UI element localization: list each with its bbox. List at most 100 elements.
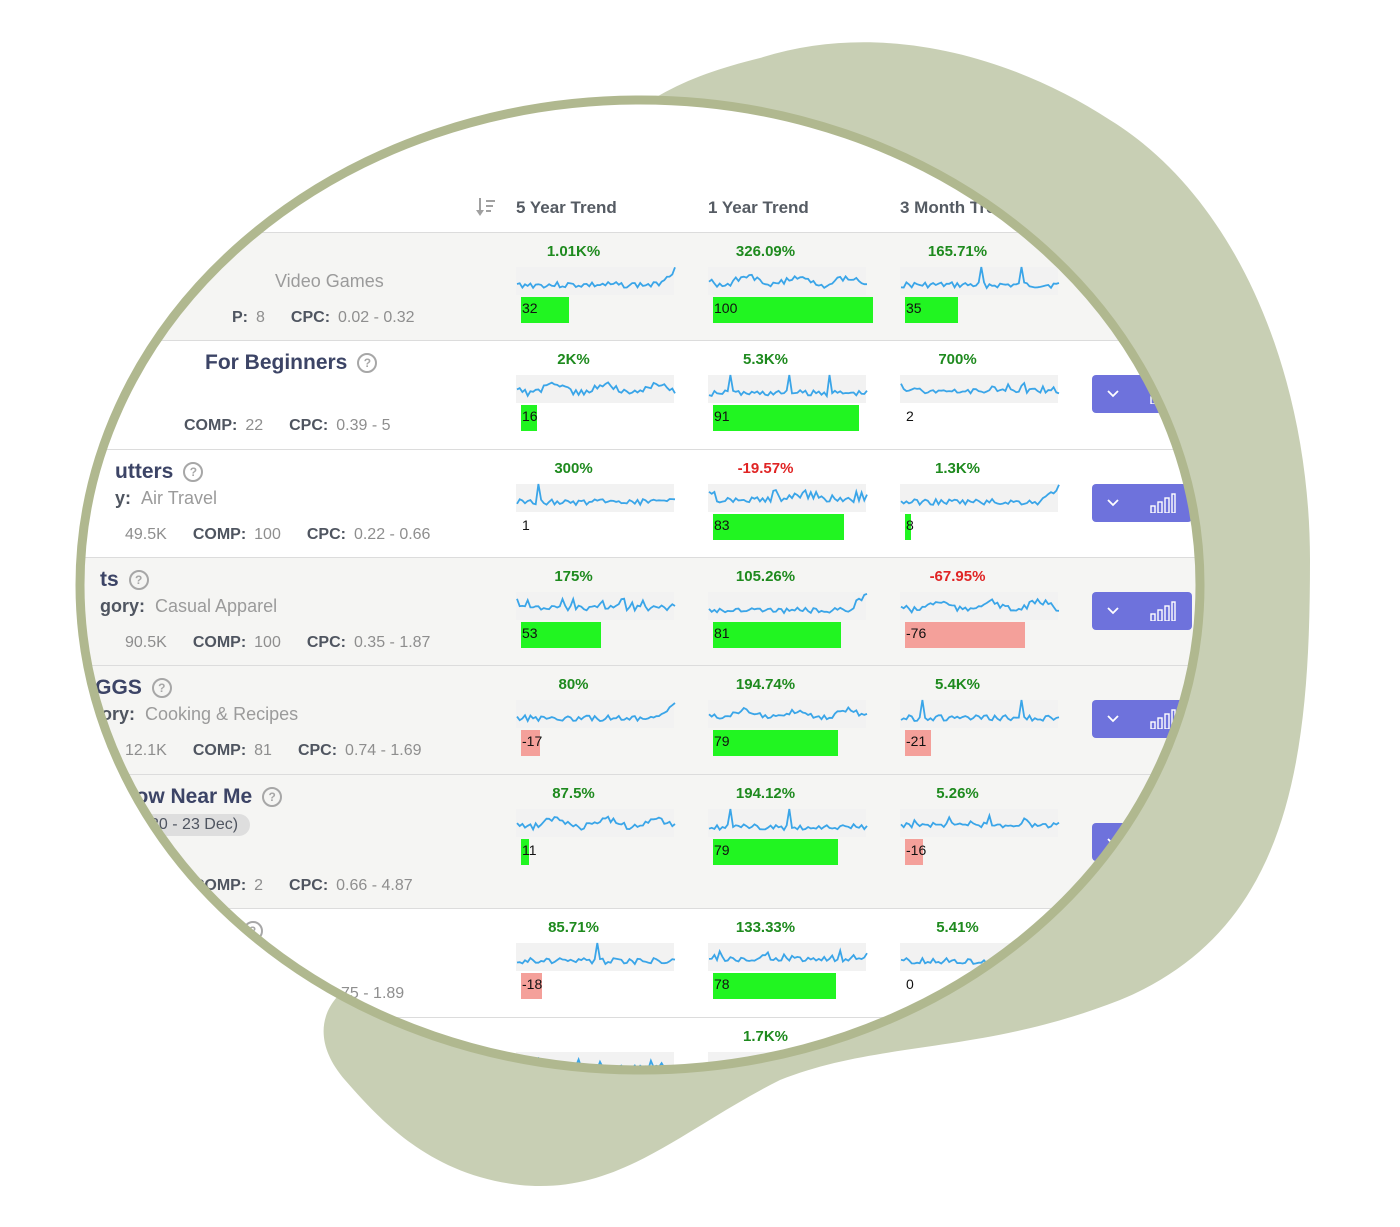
column-header-5-year-trend[interactable]: 5 Year Trend xyxy=(516,198,617,218)
trend-bar-value: 79 xyxy=(714,733,730,749)
trend-bar xyxy=(713,622,841,648)
trend-1-year: 326.09% 100 xyxy=(708,243,868,323)
trend-sparkline xyxy=(900,586,1060,620)
trend-percentage: 85.71% xyxy=(548,919,599,936)
expand-link[interactable]: EXPAND xyxy=(928,149,990,166)
keyword-title[interactable]: utters? xyxy=(115,460,203,484)
trend-sparkline xyxy=(708,261,868,295)
keyword-row[interactable]: en Now Near Me? onal (20 - 23 Dec) ory: 18.… xyxy=(0,774,1215,909)
trend-percentage: 1.01K% xyxy=(546,243,601,260)
keyword-row[interactable]: Video Games P: 8 CPC: 0.02 - 0.32 1.01K% 32 326… xyxy=(0,232,1215,341)
row-actions-button[interactable] xyxy=(1092,823,1192,861)
keyword-row[interactable]: UGGS? egory: Cooking & Recipes 12.1K COMP: 81… xyxy=(0,665,1215,775)
keyword-category: egory: Cooking & Recipes xyxy=(80,704,298,725)
row-actions-button[interactable] xyxy=(1092,700,1192,738)
help-circle-icon[interactable]: ? xyxy=(152,678,172,698)
trend-percentage: 300% xyxy=(554,460,593,477)
column-header-3-month-trend[interactable]: 3 Month Trend xyxy=(900,198,1016,218)
bar-chart-icon[interactable] xyxy=(1150,952,1176,972)
keyword-stats: 49.5K COMP: 100 CPC: 0.22 - 0.66 xyxy=(125,526,430,544)
comp-label: COMP: xyxy=(192,742,247,759)
keyword-title[interactable]: ts? xyxy=(100,568,149,592)
search-volume: 12.1K xyxy=(125,742,167,759)
trend-5-year: 300% 1 xyxy=(516,460,676,540)
trend-percentage: 1.7K% xyxy=(742,1028,789,1045)
trend-5-year: 1.01K% 32 xyxy=(516,243,676,323)
bar-chart-icon[interactable] xyxy=(1150,601,1176,621)
trend-sparkline xyxy=(708,478,868,512)
keyword-title[interactable]: UGGS? xyxy=(80,676,172,700)
keyword-title[interactable]: For Beginners? xyxy=(205,351,377,375)
bar-chart-icon[interactable] xyxy=(1150,384,1176,404)
trend-sparkline xyxy=(900,1046,1060,1080)
chevron-down-icon[interactable] xyxy=(1106,954,1120,968)
keyword-title[interactable]: en Now Near Me? xyxy=(90,785,282,809)
trend-sparkline xyxy=(708,937,868,971)
row-actions-button[interactable] xyxy=(1092,375,1192,413)
keyword-category: Video Games xyxy=(265,271,384,292)
keyword-title[interactable]: Holidays? xyxy=(145,919,263,943)
keyword-title[interactable]: door Furniture? xyxy=(225,1028,400,1052)
trend-5-year xyxy=(516,1028,676,1108)
row-actions-button[interactable] xyxy=(1092,943,1192,981)
chevron-down-icon[interactable] xyxy=(1106,711,1120,725)
trend-1-year: 133.33% 78 xyxy=(708,919,868,999)
row-actions-button[interactable] xyxy=(1092,484,1192,522)
comp-label: COMP: xyxy=(192,634,247,651)
trend-bar-value: 11 xyxy=(522,842,537,858)
help-circle-icon[interactable]: ? xyxy=(129,570,149,590)
trend-percentage: 326.09% xyxy=(735,243,796,260)
trend-bar-value: 83 xyxy=(714,517,730,533)
keyword-row[interactable]: For Beginners? COMP: 22 CPC: 0.39 - 5 2K% 16 5.… xyxy=(0,340,1215,450)
trend-bar-value: 1 xyxy=(522,517,530,533)
trend-sparkline xyxy=(516,586,676,620)
chevron-down-icon[interactable] xyxy=(1106,834,1120,848)
trend-sparkline xyxy=(900,369,1060,403)
keyword-title-text: ts xyxy=(100,568,119,591)
chevron-down-icon[interactable] xyxy=(1106,495,1120,509)
trend-5-year: 87.5% 11 xyxy=(516,785,676,865)
category-label: egory: xyxy=(80,704,136,724)
trend-percentage: -67.95% xyxy=(929,568,986,585)
trend-sparkline xyxy=(708,369,868,403)
keyword-title-text: en Now Near Me xyxy=(90,785,253,808)
trend-5-year: 85.71% -18 xyxy=(516,919,676,999)
trend-percentage: 194.74% xyxy=(735,676,796,693)
trend-percentage: 87.5% xyxy=(552,785,595,802)
trend-3-month: 700% 2 xyxy=(900,351,1060,431)
trend-3-month: -100% xyxy=(900,1028,1060,1108)
chevron-down-icon[interactable] xyxy=(1106,603,1120,617)
trend-bar xyxy=(713,514,844,540)
help-circle-icon[interactable]: ? xyxy=(380,1030,400,1050)
keyword-row[interactable]: utters? y: Air Travel 49.5K COMP: 100 CPC: 0.22… xyxy=(0,449,1215,558)
help-circle-icon[interactable]: ? xyxy=(243,921,263,941)
row-actions-button[interactable] xyxy=(1092,267,1192,305)
trend-1-year: 194.74% 79 xyxy=(708,676,868,756)
bar-chart-icon[interactable] xyxy=(1150,709,1176,729)
comp-value: 2 xyxy=(254,877,264,894)
keyword-row[interactable]: Holidays? avel OMP: 85 CPC: 0.75 - 1.89 85.71%… xyxy=(0,908,1215,1018)
cpc-label: CPC: xyxy=(280,985,320,1002)
trend-percentage: 5.41% xyxy=(936,919,979,936)
help-circle-icon[interactable]: ? xyxy=(262,787,282,807)
trend-bar-value: -76 xyxy=(906,625,927,641)
keyword-category: gory: Casual Apparel xyxy=(100,596,277,617)
comp-label: COMP: xyxy=(192,877,247,894)
bar-chart-icon[interactable] xyxy=(1150,832,1176,852)
keyword-row[interactable]: ts? gory: Casual Apparel 90.5K COMP: 100 CPC: 0… xyxy=(0,557,1215,666)
bar-chart-icon[interactable] xyxy=(1150,276,1176,296)
bar-chart-icon[interactable] xyxy=(1150,493,1176,513)
trend-3-month: 1.3K% 8 xyxy=(900,460,1060,540)
chevron-down-icon[interactable] xyxy=(1106,278,1120,292)
help-circle-icon[interactable]: ? xyxy=(357,353,377,373)
trend-sparkline xyxy=(900,803,1060,837)
trend-3-month: 5.26% -16 xyxy=(900,785,1060,865)
trend-1-year: 194.12% 79 xyxy=(708,785,868,865)
keyword-row[interactable]: door Furniture? 1.7K% -100% xyxy=(0,1017,1215,1128)
sort-descending-icon[interactable] xyxy=(476,197,496,217)
help-circle-icon[interactable]: ? xyxy=(183,462,203,482)
trend-bar xyxy=(713,839,838,865)
column-header-1-year-trend[interactable]: 1 Year Trend xyxy=(708,198,809,218)
row-actions-button[interactable] xyxy=(1092,592,1192,630)
chevron-down-icon[interactable] xyxy=(1106,386,1120,400)
